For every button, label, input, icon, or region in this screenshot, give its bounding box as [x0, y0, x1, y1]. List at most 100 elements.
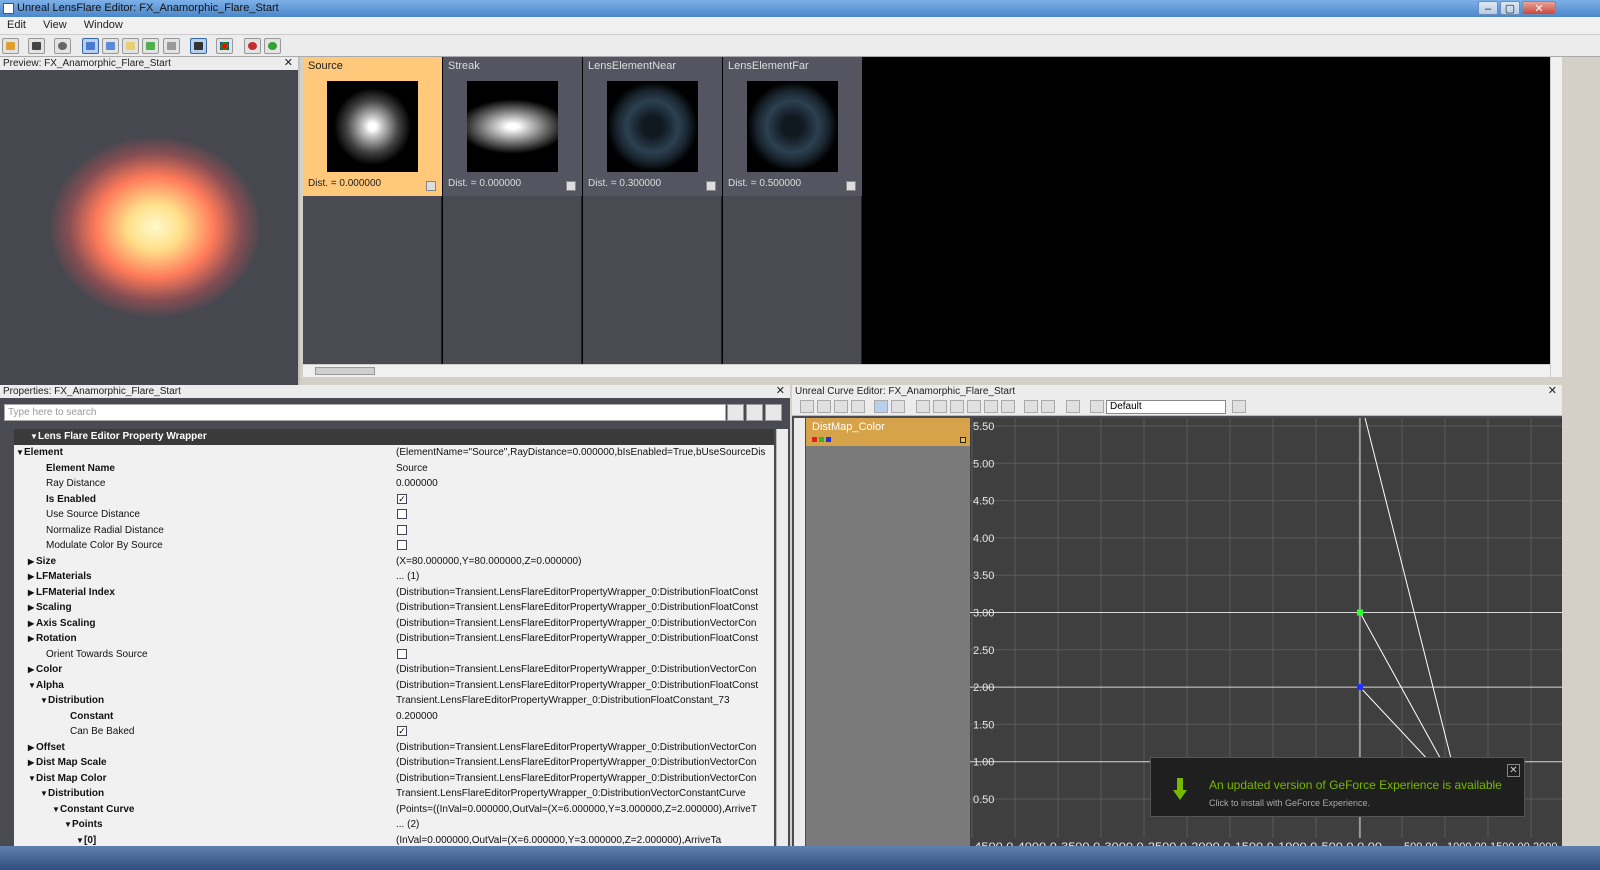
property-value[interactable]: (Distribution=Transient.LensFlareEditorP…	[396, 755, 774, 770]
property-root-header[interactable]: ▼Lens Flare Editor Property Wrapper	[14, 429, 774, 445]
tangent-break-icon[interactable]	[950, 400, 964, 413]
preview-light-button[interactable]	[190, 38, 207, 54]
property-value[interactable]: (Distribution=Transient.LensFlareEditorP…	[396, 662, 774, 677]
curve-editor-close-button[interactable]: ✕	[1548, 385, 1557, 398]
elements-horizontal-scrollbar[interactable]	[303, 364, 1550, 377]
property-value[interactable]: (Distribution=Transient.LensFlareEditorP…	[396, 771, 774, 786]
expand-arrow-icon[interactable]: ▼	[28, 678, 36, 693]
fit-all-icon[interactable]	[834, 400, 848, 413]
property-value[interactable]: 0.000000	[396, 476, 774, 491]
save-button[interactable]	[28, 38, 45, 54]
property-row[interactable]: Orient Towards Source	[14, 647, 774, 663]
property-value[interactable]: Transient.LensFlareEditorPropertyWrapper…	[396, 786, 774, 801]
property-row[interactable]: ▼Alpha (Distribution=Transient.LensFlareE…	[14, 678, 774, 694]
tangent-flat-icon[interactable]	[1001, 400, 1015, 413]
property-value[interactable]: (Distribution=Transient.LensFlareEditorP…	[396, 600, 774, 615]
property-row[interactable]: ▶ Dist Map Scale (Distribution=Transient.L…	[14, 755, 774, 771]
property-row[interactable]: Modulate Color By Source	[14, 538, 774, 554]
property-row[interactable]: Element Name Source	[14, 461, 774, 477]
expand-arrow-icon[interactable]: ▼	[64, 817, 72, 832]
property-row[interactable]: ▶ LFMaterial Index (Distribution=Transient…	[14, 585, 774, 601]
channel-red-toggle[interactable]	[812, 437, 817, 442]
menu-edit[interactable]: Edit	[0, 17, 33, 31]
property-row[interactable]: ▼Distribution Transient.LensFlareEditorPr…	[14, 786, 774, 802]
property-row[interactable]: ▼Dist Map Color (Distribution=Transient.L…	[14, 771, 774, 787]
property-value[interactable]: (Distribution=Transient.LensFlareEditorP…	[396, 740, 774, 755]
property-value[interactable]: ... (2)	[396, 817, 774, 832]
element-card-lens-near[interactable]: LensElementNear Dist. = 0.300000	[583, 57, 722, 364]
element-card-source[interactable]: Source Dist. = 0.000000	[303, 57, 442, 364]
notification-close-button[interactable]: ✕	[1507, 764, 1520, 777]
filter-icon[interactable]	[765, 404, 782, 421]
preview-close-button[interactable]: ✕	[284, 57, 293, 70]
property-value[interactable]: (Points=((InVal=0.000000,OutVal=(X=6.000…	[396, 802, 774, 817]
expand-arrow-icon[interactable]: ▶	[28, 662, 36, 677]
tangent-auto-icon[interactable]	[916, 400, 930, 413]
element-enabled-checkbox[interactable]	[566, 181, 576, 191]
property-row[interactable]: ▼Distribution Transient.LensFlareEditorPr…	[14, 693, 774, 709]
channel-green-toggle[interactable]	[819, 437, 824, 442]
expand-arrow-icon[interactable]: ▼	[28, 771, 36, 786]
delete-tab-icon[interactable]	[1232, 400, 1246, 413]
zoom-mode-icon[interactable]	[891, 400, 905, 413]
rgb-channel-button[interactable]	[216, 38, 233, 54]
properties-search-input[interactable]: Type here to search	[4, 404, 726, 421]
channel-blue-toggle[interactable]	[826, 437, 831, 442]
property-row[interactable]: Normalize Radial Distance	[14, 523, 774, 539]
property-row[interactable]: ▼Constant Curve (Points=((InVal=0.000000,…	[14, 802, 774, 818]
expand-arrow-icon[interactable]: ▶	[28, 585, 36, 600]
property-value[interactable]: (Distribution=Transient.LensFlareEditorP…	[396, 616, 774, 631]
grid-button[interactable]	[163, 38, 180, 54]
property-value[interactable]: Source	[396, 461, 774, 476]
scrollbar-thumb[interactable]	[315, 367, 375, 375]
tangent-constant-icon[interactable]	[984, 400, 998, 413]
property-checkbox[interactable]: ✓	[397, 726, 407, 736]
property-value[interactable]: (Distribution=Transient.LensFlareEditorP…	[396, 678, 774, 693]
property-row[interactable]: ▶ Offset (Distribution=Transient.LensFlare…	[14, 740, 774, 756]
property-row[interactable]: ▶ Scaling (Distribution=Transient.LensFlar…	[14, 600, 774, 616]
element-card-streak[interactable]: Streak Dist. = 0.000000	[443, 57, 582, 364]
properties-close-button[interactable]: ✕	[776, 385, 785, 398]
expand-arrow-icon[interactable]: ▼	[40, 693, 48, 708]
curve-tab-select[interactable]: Default	[1106, 400, 1226, 414]
property-checkbox[interactable]	[397, 540, 407, 550]
property-row[interactable]: ▶ Size (X=80.000000,Y=80.000000,Z=0.000000…	[14, 554, 774, 570]
property-row[interactable]: ▼Points ... (2)	[14, 817, 774, 833]
property-row[interactable]: ▶ Rotation (Distribution=Transient.LensFla…	[14, 631, 774, 647]
duplicate-button[interactable]	[102, 38, 119, 54]
fit-selected-icon[interactable]	[851, 400, 865, 413]
expand-arrow-icon[interactable]: ▶	[28, 616, 36, 631]
expand-arrow-icon[interactable]: ▼	[40, 786, 48, 801]
tab-list-icon[interactable]	[1090, 400, 1104, 413]
refresh-button[interactable]	[264, 38, 281, 54]
expand-arrow-icon[interactable]: ▶	[28, 740, 36, 755]
reset-button[interactable]	[244, 38, 261, 54]
element-enabled-checkbox[interactable]	[426, 181, 436, 191]
property-value[interactable]: 0.200000	[396, 709, 774, 724]
property-row[interactable]: Is Enabled ✓	[14, 492, 774, 508]
curve-visibility-toggle[interactable]	[960, 437, 966, 443]
property-value[interactable]: (Distribution=Transient.LensFlareEditorP…	[396, 631, 774, 646]
property-value[interactable]: Transient.LensFlareEditorPropertyWrapper…	[396, 693, 774, 708]
curve-list-scrollbar[interactable]	[794, 418, 805, 854]
tangent-user-icon[interactable]	[933, 400, 947, 413]
property-value[interactable]: (ElementName="Source",RayDistance=0.0000…	[396, 445, 774, 460]
property-row[interactable]: Use Source Distance	[14, 507, 774, 523]
property-row[interactable]: ▶ Color (Distribution=Transient.LensFlareE…	[14, 662, 774, 678]
property-checkbox[interactable]	[397, 509, 407, 519]
flare-preview-image[interactable]	[50, 137, 260, 317]
property-checkbox[interactable]	[397, 524, 407, 535]
expand-arrow-icon[interactable]: ▶	[28, 569, 36, 584]
elements-vertical-scrollbar[interactable]	[1550, 57, 1562, 377]
expand-arrow-icon[interactable]: ▶	[28, 755, 36, 770]
expand-arrow-icon[interactable]: ▶	[28, 631, 36, 646]
property-value[interactable]: ... (1)	[396, 569, 774, 584]
properties-scrollbar[interactable]	[776, 429, 788, 849]
expand-arrow-icon[interactable]: ▶	[28, 554, 36, 569]
favorite-icon[interactable]	[746, 404, 763, 421]
minimize-button[interactable]: –	[1478, 1, 1498, 15]
close-window-button[interactable]: ✕	[1522, 1, 1556, 15]
expand-arrow-icon[interactable]: ▼	[52, 802, 60, 817]
create-tab-icon[interactable]	[1066, 400, 1080, 413]
property-row[interactable]: Can Be Baked ✓	[14, 724, 774, 740]
